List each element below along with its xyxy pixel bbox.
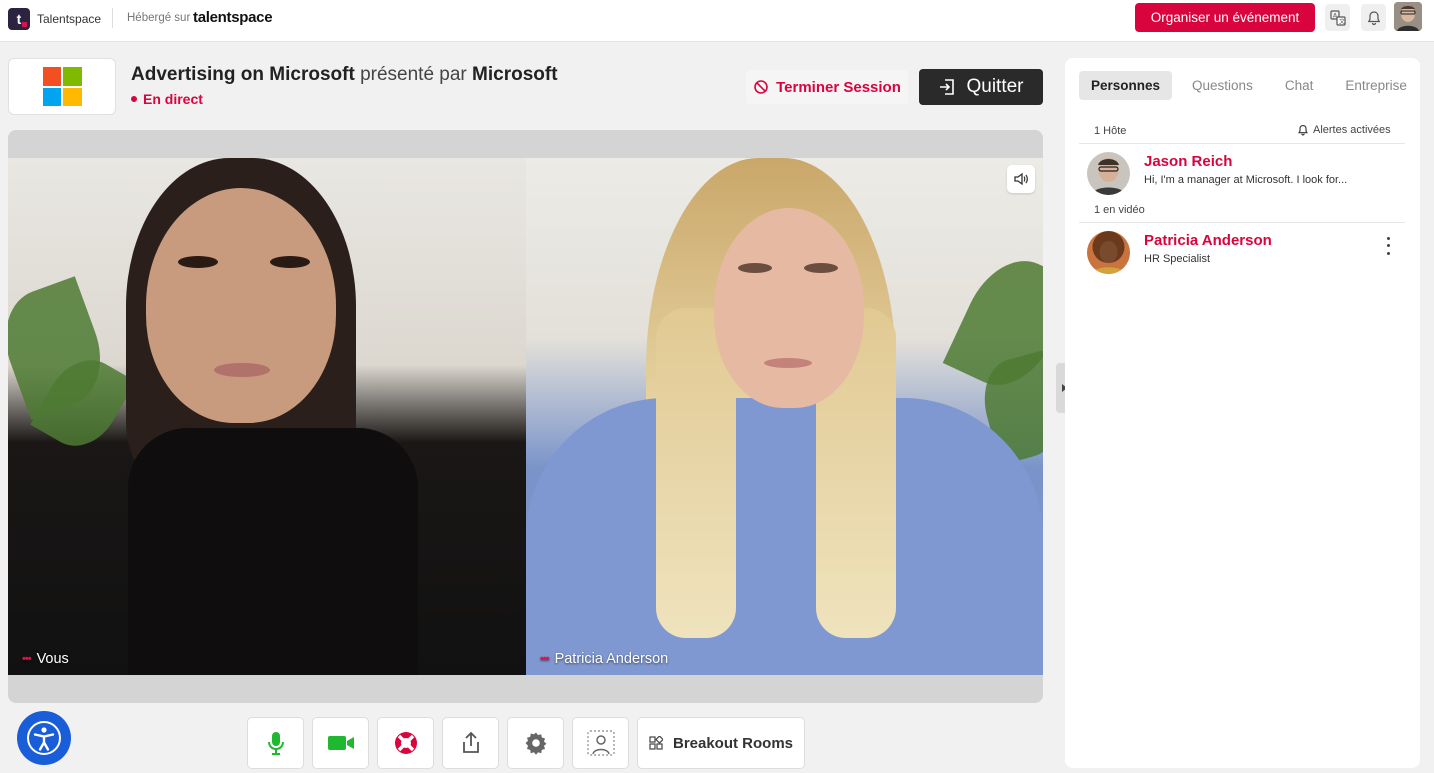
talentspace-logo[interactable]: t	[8, 8, 30, 30]
participant-role: HR Specialist	[1144, 253, 1211, 265]
breakout-rooms-label: Breakout Rooms	[672, 734, 794, 752]
person-mouth	[764, 358, 812, 368]
people-sidebar: Personnes Questions Chat Entreprise 1 Hô…	[1065, 58, 1420, 768]
person-sweater	[128, 428, 418, 675]
microsoft-logo	[42, 67, 82, 106]
self-label: Vous	[36, 651, 69, 667]
sound-toggle-button[interactable]	[1007, 165, 1035, 193]
patricia-label: Patricia Anderson	[554, 651, 669, 667]
grid-icon	[649, 736, 663, 750]
participant-list-item[interactable]: Patricia Anderson HR Specialist	[1087, 231, 1407, 275]
tab-company[interactable]: Entreprise	[1333, 71, 1419, 100]
settings-button[interactable]	[507, 717, 564, 769]
video-stage: ••• Vous ••• Patricia Anderson	[8, 130, 1043, 703]
organize-event-button[interactable]: Organiser un événement	[1135, 3, 1315, 32]
divider	[1079, 143, 1405, 144]
top-bar: t Talentspace Hébergé sur talentspace Or…	[0, 0, 1434, 42]
settings-icon	[525, 732, 546, 755]
company-logo-card[interactable]	[8, 58, 116, 115]
end-session-button[interactable]: Terminer Session	[746, 70, 908, 104]
tab-chat[interactable]: Chat	[1273, 71, 1326, 100]
person-eye	[178, 256, 218, 268]
exit-icon	[940, 79, 955, 95]
translate-button[interactable]: A文	[1325, 4, 1350, 31]
camera-icon	[327, 736, 354, 750]
quit-label: Quitter	[966, 76, 1024, 97]
avatar	[1087, 152, 1130, 195]
host-name[interactable]: Jason Reich	[1144, 153, 1232, 170]
person-sweater	[526, 398, 1043, 675]
signal-dots-icon: •••	[22, 653, 32, 665]
camera-button[interactable]	[312, 717, 369, 769]
lifebuoy-icon	[394, 732, 417, 754]
person-eye	[270, 256, 310, 268]
video-label-patricia: ••• Patricia Anderson	[540, 651, 668, 667]
avatar	[1087, 231, 1130, 274]
video-tile-patricia[interactable]: ••• Patricia Anderson	[526, 158, 1043, 675]
hosted-on-label: Hébergé sur	[127, 12, 191, 24]
live-dot-icon	[131, 96, 137, 102]
live-status-label: En direct	[143, 91, 203, 107]
notifications-button[interactable]	[1361, 4, 1386, 31]
signal-dots-icon: •••	[540, 653, 550, 665]
video-tile-self[interactable]: ••• Vous	[8, 158, 526, 675]
alerts-toggle[interactable]: Alertes activées	[1297, 124, 1391, 136]
translate-icon: A文	[1329, 9, 1346, 26]
end-session-label: Terminer Session	[776, 78, 901, 96]
divider	[112, 8, 113, 28]
bell-icon	[1298, 124, 1308, 136]
session-name: Advertising on Microsoft	[131, 64, 355, 85]
person-eye	[738, 263, 772, 273]
presented-by-label: présenté par	[360, 64, 467, 85]
share-icon	[462, 731, 479, 753]
video-label-self: ••• Vous	[22, 651, 69, 667]
person-mouth	[214, 363, 270, 377]
microphone-button[interactable]	[247, 717, 304, 769]
hosted-brand-logo[interactable]: talentspace	[193, 9, 273, 26]
person-face	[146, 188, 336, 423]
sidebar-tabs: Personnes Questions Chat Entreprise	[1079, 71, 1427, 100]
person-eye	[804, 263, 838, 273]
bell-icon	[1367, 10, 1380, 25]
host-bio: Hi, I'm a manager at Microsoft. I look f…	[1144, 174, 1348, 186]
microphone-icon	[267, 732, 284, 755]
video-section-label: 1 en vidéo	[1094, 204, 1145, 216]
participant-name[interactable]: Patricia Anderson	[1144, 232, 1272, 249]
accessibility-button[interactable]	[17, 711, 71, 765]
quit-button[interactable]: Quitter	[919, 69, 1043, 105]
help-button[interactable]	[377, 717, 434, 769]
alerts-label: Alertes activées	[1313, 124, 1391, 136]
accessibility-icon	[27, 721, 61, 755]
background-effects-button[interactable]	[572, 717, 629, 769]
breakout-rooms-button[interactable]: Breakout Rooms	[637, 717, 805, 769]
tab-questions[interactable]: Questions	[1180, 71, 1265, 100]
forbidden-icon	[754, 80, 768, 94]
background-blur-icon	[586, 730, 615, 756]
speaker-icon	[1014, 172, 1028, 186]
host-list-item[interactable]: Jason Reich Hi, I'm a manager at Microso…	[1087, 152, 1407, 196]
user-avatar[interactable]	[1394, 2, 1422, 31]
session-title: Advertising on Microsoft présenté par Mi…	[131, 64, 558, 86]
host-section-label: 1 Hôte	[1094, 125, 1127, 137]
divider	[1079, 222, 1405, 223]
share-button[interactable]	[442, 717, 499, 769]
person-face	[714, 208, 864, 408]
svg-text:文: 文	[1339, 17, 1345, 25]
live-status: En direct	[131, 91, 203, 107]
company-name: Microsoft	[472, 64, 558, 85]
logo-letter: t	[16, 11, 22, 27]
more-options-icon[interactable]	[1383, 235, 1393, 257]
tab-people[interactable]: Personnes	[1079, 71, 1173, 100]
app-name: Talentspace	[37, 12, 102, 26]
